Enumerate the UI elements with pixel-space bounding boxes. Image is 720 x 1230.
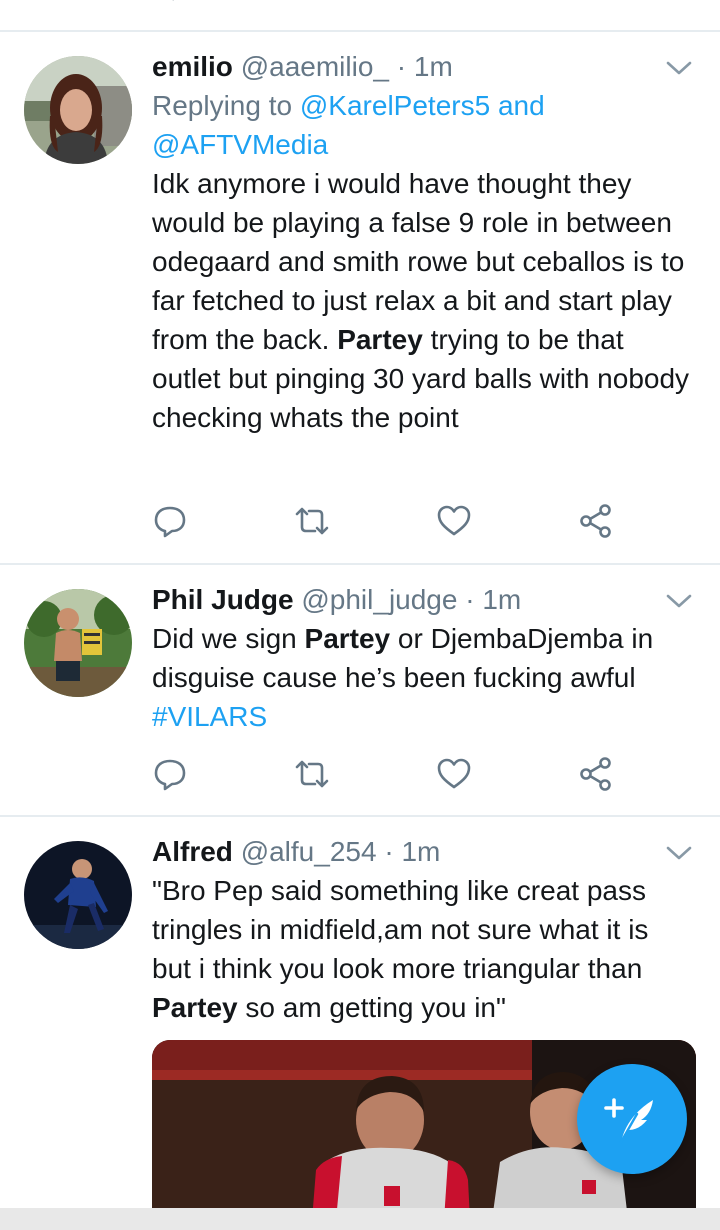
- mention-join[interactable]: and: [498, 90, 545, 121]
- hashtag-link[interactable]: #VILARS: [152, 701, 267, 732]
- bottom-navigation-edge: [0, 1208, 720, 1230]
- compose-tweet-button[interactable]: [577, 1064, 687, 1174]
- reply-icon: [154, 759, 186, 791]
- avatar[interactable]: [24, 56, 132, 164]
- tweet-actions: [152, 756, 622, 792]
- retweet-icon: [295, 760, 329, 788]
- retweet-button[interactable]: [294, 503, 330, 539]
- like-button[interactable]: [436, 503, 472, 539]
- reply-icon[interactable]: [154, 0, 194, 6]
- tweet-text-part: "Bro Pep said something like creat pass …: [152, 875, 649, 984]
- retweet-button[interactable]: [294, 756, 330, 792]
- chevron-down-icon[interactable]: [666, 845, 692, 861]
- divider: [0, 563, 720, 565]
- divider: [0, 815, 720, 817]
- tweet-text: Did we sign Partey or DjembaDjemba in di…: [152, 619, 692, 736]
- avatar[interactable]: [24, 841, 132, 949]
- display-name[interactable]: Alfred: [152, 836, 233, 867]
- tweet-text: "Bro Pep said something like creat pass …: [152, 871, 692, 1027]
- highlighted-keyword: Partey: [337, 324, 423, 355]
- chevron-down-icon[interactable]: [666, 60, 692, 76]
- compose-tweet-icon: [604, 1098, 653, 1144]
- share-button[interactable]: [578, 756, 614, 792]
- reply-icon: [154, 506, 186, 538]
- timestamp[interactable]: 1m: [414, 51, 453, 82]
- share-button[interactable]: [578, 503, 614, 539]
- tweet-actions: [152, 503, 622, 539]
- share-icon: [580, 757, 611, 791]
- user-handle[interactable]: @alfu_254: [241, 836, 377, 867]
- timestamp[interactable]: 1m: [401, 836, 440, 867]
- heart-icon: [437, 505, 471, 536]
- retweet-icon[interactable]: [296, 0, 336, 6]
- share-icon: [580, 504, 611, 538]
- divider: [0, 30, 720, 32]
- highlighted-keyword: Partey: [152, 992, 238, 1023]
- tweet-text: Idk anymore i would have thought they wo…: [152, 164, 692, 437]
- highlighted-keyword: Partey: [304, 623, 391, 654]
- separator: ·: [465, 584, 475, 615]
- reply-button[interactable]: [152, 756, 188, 792]
- timestamp[interactable]: 1m: [482, 584, 521, 615]
- heart-icon: [437, 758, 471, 789]
- chevron-down-icon[interactable]: [666, 593, 692, 609]
- tweet-text-part: Did we sign: [152, 623, 297, 654]
- reply-button[interactable]: [152, 503, 188, 539]
- previous-tweet-actions: [0, 0, 720, 30]
- tweet-content: Phil Judge @phil_judge · 1m Did we sign …: [152, 581, 692, 736]
- share-icon[interactable]: [580, 0, 620, 6]
- tweet-content: emilio @aaemilio_ · 1m Replying to @Kare…: [152, 48, 692, 437]
- like-button[interactable]: [436, 756, 472, 792]
- retweet-icon: [295, 507, 329, 535]
- replying-to: Replying to @KarelPeters5 and @AFTVMedia: [152, 86, 692, 164]
- tweet-text-part: so am getting you in": [245, 992, 506, 1023]
- tweet-header: Alfred @alfu_254 · 1m: [152, 833, 692, 871]
- tweet-header: emilio @aaemilio_ · 1m: [152, 48, 692, 86]
- display-name[interactable]: Phil Judge: [152, 584, 294, 615]
- separator: ·: [396, 51, 407, 82]
- replying-to-label: Replying to: [152, 90, 293, 121]
- display-name[interactable]: emilio: [152, 51, 233, 82]
- mention-link[interactable]: @AFTVMedia: [152, 129, 328, 160]
- tweet-header: Phil Judge @phil_judge · 1m: [152, 581, 692, 619]
- user-handle[interactable]: @phil_judge: [301, 584, 457, 615]
- mention-link[interactable]: @KarelPeters5: [300, 90, 490, 121]
- avatar[interactable]: [24, 589, 132, 697]
- user-handle[interactable]: @aaemilio_: [241, 51, 389, 82]
- tweet-content: Alfred @alfu_254 · 1m "Bro Pep said some…: [152, 833, 692, 1027]
- separator: ·: [384, 836, 394, 867]
- heart-icon[interactable]: [436, 0, 476, 6]
